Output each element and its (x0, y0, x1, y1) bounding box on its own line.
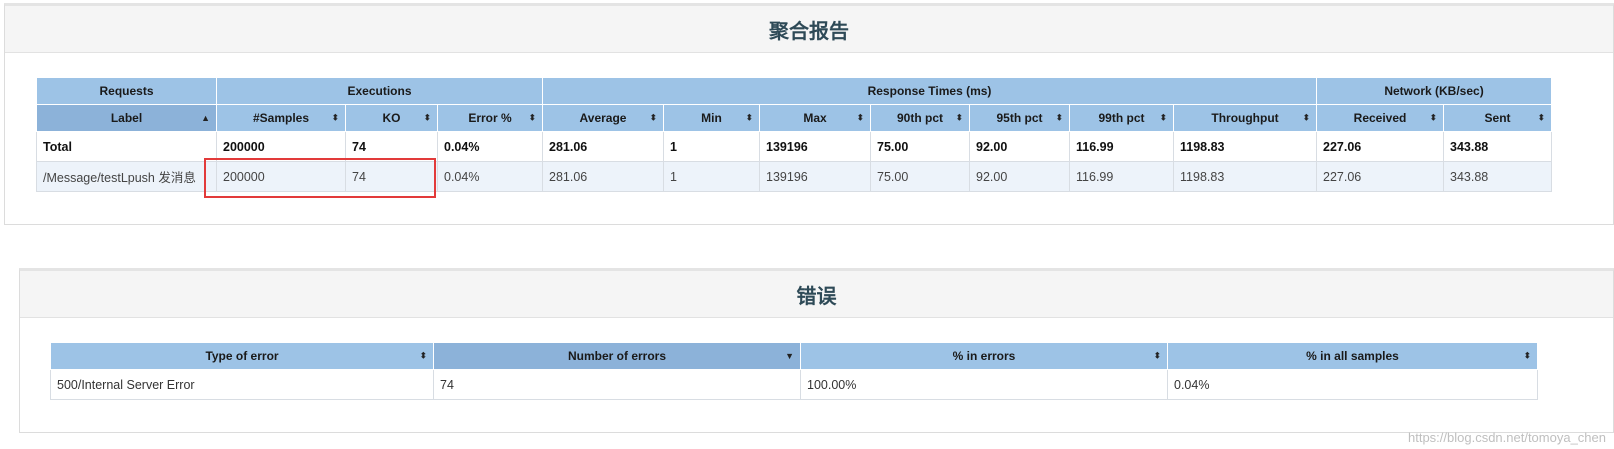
statistics-panel: 聚合报告 Requests Executions Response Times … (4, 3, 1614, 225)
errors-title: 错误 (796, 283, 837, 308)
sort-icon: ⬍ (1523, 350, 1531, 361)
sort-icon: ⬍ (1537, 112, 1546, 123)
total-row: Total 200000 74 0.04% 281.06 1 139196 75… (36, 131, 1553, 162)
cell-label: Total (36, 131, 217, 162)
col-header-received[interactable]: Received ⬍ (1316, 104, 1445, 132)
cell-error-pct: 0.04% (436, 131, 544, 162)
errors-panel-header: 错误 (20, 271, 1613, 318)
col-header-average[interactable]: Average ⬍ (542, 104, 665, 132)
cell-type-of-error: 500/Internal Server Error (50, 369, 434, 400)
col-header-error-pct[interactable]: Error % ⬍ (436, 104, 544, 132)
sort-icon: ⬍ (856, 112, 865, 123)
col-header-95th-pct[interactable]: 95th pct ⬍ (969, 104, 1071, 132)
sort-icon: ⬍ (649, 112, 658, 123)
cell-max: 139196 (759, 131, 872, 162)
cell-sent: 343.88 (1443, 131, 1553, 162)
sort-icon: ⬍ (1429, 112, 1438, 123)
col-header-pct-in-all-samples[interactable]: % in all samples ⬍ (1167, 342, 1538, 370)
sort-icon: ⬍ (419, 350, 427, 361)
errors-table: Type of error ⬍ Number of errors ▼ % in er… (50, 342, 1538, 400)
cell-sent: 343.88 (1443, 161, 1553, 192)
cell-received: 227.06 (1316, 161, 1445, 192)
col-header-max[interactable]: Max ⬍ (759, 104, 872, 132)
statistics-title: 聚合报告 (769, 18, 849, 43)
group-header-network: Network (KB/sec) (1316, 77, 1553, 105)
cell-99th-pct: 116.99 (1069, 161, 1175, 192)
col-header-pct-in-errors[interactable]: % in errors ⬍ (800, 342, 1168, 370)
sort-asc-icon: ▲ (201, 113, 210, 123)
cell-label: /Message/testLpush 发消息 (36, 161, 217, 192)
col-header-label[interactable]: Label ▲ (36, 104, 217, 132)
col-header-number-of-errors[interactable]: Number of errors ▼ (433, 342, 801, 370)
sort-icon: ⬍ (423, 112, 431, 123)
col-header-ko[interactable]: KO ⬍ (345, 104, 438, 132)
col-header-samples[interactable]: #Samples ⬍ (216, 104, 346, 132)
cell-min: 1 (663, 131, 761, 162)
sort-icon: ⬍ (331, 112, 339, 123)
statistics-panel-header: 聚合报告 (5, 6, 1613, 53)
cell-pct-in-all-samples: 0.04% (1167, 369, 1538, 400)
cell-ko: 74 (345, 131, 438, 162)
errors-panel: 错误 Type of error ⬍ Number of errors ▼ % in… (19, 268, 1614, 433)
cell-average: 281.06 (542, 161, 665, 192)
group-header-executions: Executions (215, 77, 544, 105)
cell-samples: 200000 (216, 161, 346, 192)
col-header-throughput[interactable]: Throughput ⬍ (1173, 104, 1318, 132)
sort-icon: ⬍ (528, 112, 537, 123)
col-header-99th-pct[interactable]: 99th pct ⬍ (1069, 104, 1175, 132)
sort-icon: ⬍ (1302, 112, 1311, 123)
cell-90th-pct: 75.00 (870, 131, 971, 162)
sort-icon: ⬍ (955, 112, 964, 123)
column-header-row: Type of error ⬍ Number of errors ▼ % in er… (50, 342, 1538, 370)
col-header-sent[interactable]: Sent ⬍ (1443, 104, 1553, 132)
cell-number-of-errors: 74 (433, 369, 801, 400)
statistics-table: Requests Executions Response Times (ms) … (36, 77, 1553, 192)
cell-error-pct: 0.04% (436, 161, 544, 192)
watermark: https://blog.csdn.net/tomoya_chen (1407, 430, 1606, 445)
cell-received: 227.06 (1316, 131, 1445, 162)
col-header-min[interactable]: Min ⬍ (663, 104, 761, 132)
cell-min: 1 (663, 161, 761, 192)
cell-pct-in-errors: 100.00% (800, 369, 1168, 400)
group-header-row: Requests Executions Response Times (ms) … (36, 77, 1553, 105)
cell-samples: 200000 (216, 131, 346, 162)
cell-throughput: 1198.83 (1173, 161, 1318, 192)
cell-max: 139196 (759, 161, 872, 192)
sort-icon: ⬍ (1159, 112, 1168, 123)
table-row: 500/Internal Server Error 74 100.00% 0.0… (50, 369, 1538, 400)
sort-icon: ⬍ (745, 112, 754, 123)
cell-90th-pct: 75.00 (870, 161, 971, 192)
col-header-90th-pct[interactable]: 90th pct ⬍ (870, 104, 971, 132)
cell-ko: 74 (345, 161, 438, 192)
sort-icon: ⬍ (1153, 350, 1161, 361)
sort-desc-icon: ▼ (785, 351, 794, 361)
cell-throughput: 1198.83 (1173, 131, 1318, 162)
group-header-response-times: Response Times (ms) (542, 77, 1318, 105)
cell-average: 281.06 (542, 131, 665, 162)
cell-99th-pct: 116.99 (1069, 131, 1175, 162)
cell-95th-pct: 92.00 (969, 161, 1071, 192)
table-row: /Message/testLpush 发消息 200000 74 0.04% 2… (36, 161, 1553, 192)
group-header-requests: Requests (36, 77, 217, 105)
sort-icon: ⬍ (1055, 112, 1064, 123)
column-header-row: Label ▲ #Samples ⬍ KO ⬍ Error % ⬍ Average ⬍ M… (36, 104, 1553, 132)
cell-95th-pct: 92.00 (969, 131, 1071, 162)
col-header-type-of-error[interactable]: Type of error ⬍ (50, 342, 434, 370)
